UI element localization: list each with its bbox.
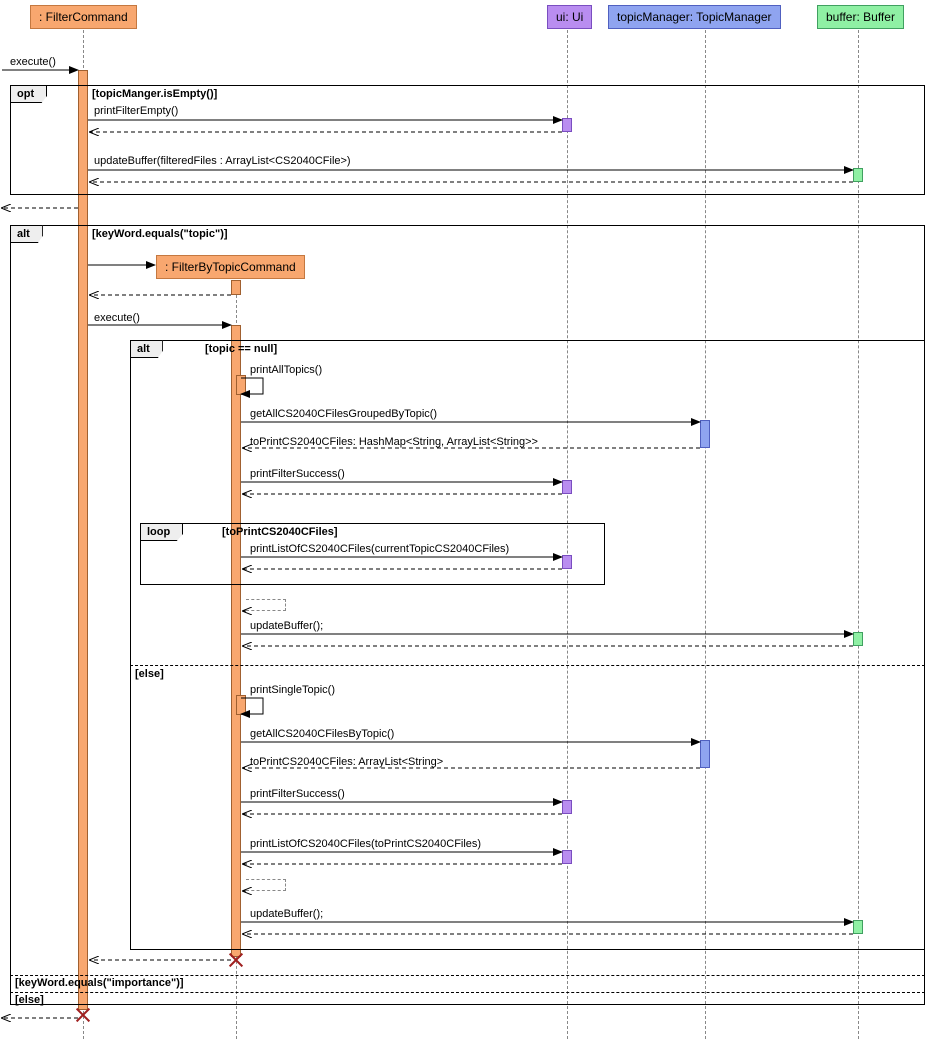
msg-execute1: execute() [10, 56, 56, 68]
guard-alt2b: [else] [135, 668, 164, 680]
msg-printalltopics: printAllTopics() [250, 364, 322, 376]
return-box-1 [246, 599, 286, 611]
return-box-2 [246, 879, 286, 891]
frame-opt-label: opt [10, 85, 47, 103]
divider-alt1-b [10, 975, 925, 976]
frame-opt: opt [10, 85, 925, 195]
guard-alt1a: [keyWord.equals("topic")] [92, 228, 228, 240]
msg-printfiltersuccess1: printFilterSuccess() [250, 468, 345, 480]
participant-filtercommand: : FilterCommand [30, 5, 137, 29]
msg-toprint1: toPrintCS2040CFiles: HashMap<String, Arr… [250, 436, 538, 448]
msg-printlist1: printListOfCS2040CFiles(currentTopicCS20… [250, 543, 509, 555]
destroy-filtercommand [74, 1005, 92, 1023]
participant-buffer: buffer: Buffer [817, 5, 904, 29]
msg-updatebuffer2: updateBuffer(); [250, 620, 323, 632]
msg-toprint2: toPrintCS2040CFiles: ArrayList<String> [250, 756, 443, 768]
frame-alt1-label: alt [10, 225, 43, 243]
msg-updatebuffer1: updateBuffer(filteredFiles : ArrayList<C… [94, 155, 351, 167]
guard-alt1c: [else] [15, 994, 44, 1006]
frame-loop-label: loop [140, 523, 183, 541]
divider-alt1-c [10, 992, 925, 993]
guard-loop: [toPrintCS2040CFiles] [222, 526, 338, 538]
msg-getallbytopic: getAllCS2040CFilesByTopic() [250, 728, 394, 740]
frame-alt2: alt [130, 340, 925, 950]
guard-alt1b: [keyWord.equals("importance")] [15, 977, 184, 989]
destroy-filterbytopic [227, 950, 245, 968]
msg-printfiltersuccess2: printFilterSuccess() [250, 788, 345, 800]
participant-topicmanager: topicManager: TopicManager [608, 5, 781, 29]
frame-alt2-label: alt [130, 340, 163, 358]
msg-printsingletopic: printSingleTopic() [250, 684, 335, 696]
msg-getallgrouped: getAllCS2040CFilesGroupedByTopic() [250, 408, 437, 420]
msg-execute2: execute() [94, 312, 140, 324]
participant-ui: ui: Ui [547, 5, 592, 29]
guard-opt: [topicManger.isEmpty()] [92, 88, 217, 100]
msg-printlist2: printListOfCS2040CFiles(toPrintCS2040CFi… [250, 838, 481, 850]
msg-updatebuffer3: updateBuffer(); [250, 908, 323, 920]
msg-printfilterempty: printFilterEmpty() [94, 105, 178, 117]
divider-alt2 [130, 665, 925, 666]
guard-alt2a: [topic == null] [205, 343, 277, 355]
